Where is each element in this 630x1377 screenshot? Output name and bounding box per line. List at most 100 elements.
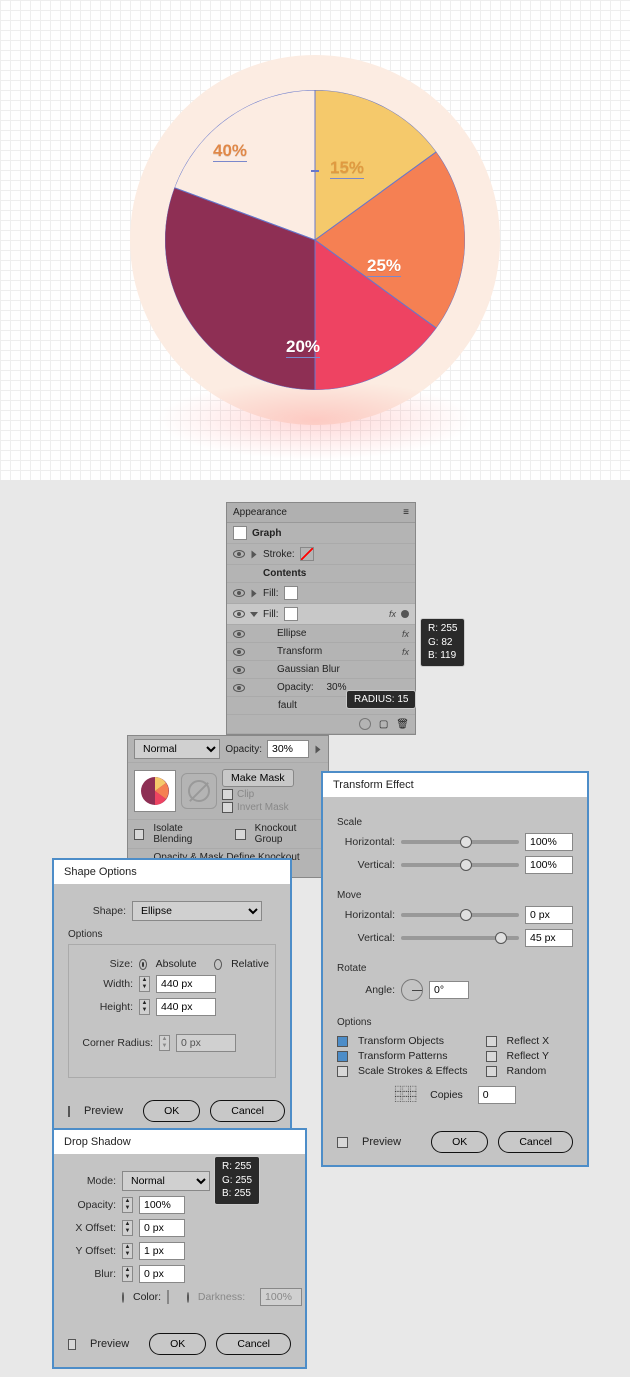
color-radio[interactable] [122, 1292, 124, 1303]
height-input[interactable] [156, 998, 216, 1016]
relative-radio[interactable] [214, 959, 222, 970]
fx-icon[interactable]: fx [389, 609, 396, 619]
chevron-icon[interactable] [252, 589, 257, 597]
opacity-stepper[interactable]: ▲▼ [122, 1197, 133, 1213]
graph-label: Graph [252, 528, 281, 539]
move-v-slider[interactable] [401, 936, 519, 940]
mode-select[interactable]: Normal [122, 1171, 210, 1191]
contents-row: Contents [227, 565, 415, 583]
height-stepper[interactable]: ▲▼ [139, 999, 150, 1015]
blend-mode-select[interactable]: Normal [134, 739, 220, 759]
artwork-thumbnail[interactable] [134, 770, 176, 812]
eye-icon[interactable] [233, 550, 245, 558]
corner-input [176, 1034, 236, 1052]
transform-patterns-checkbox[interactable] [337, 1051, 348, 1062]
absolute-radio[interactable] [139, 959, 147, 970]
panel-menu-icon[interactable]: ≡ [403, 507, 409, 518]
transform-effect-dialog[interactable]: Transform Effect Scale Horizontal: Verti… [321, 771, 589, 1167]
opacity-input[interactable] [267, 740, 309, 758]
color-swatch[interactable] [167, 1290, 169, 1304]
anchor-grid-icon[interactable]: ⬚⬚⬚⬚⬚⬚⬚⬚⬚ [394, 1086, 412, 1104]
darkness-radio[interactable] [187, 1292, 189, 1303]
drop-shadow-title: Drop Shadow [54, 1130, 305, 1154]
drop-shadow-dialog[interactable]: Drop Shadow Mode:Normal Opacity:▲▼ X Off… [52, 1128, 307, 1369]
make-mask-button[interactable]: Make Mask [222, 769, 294, 787]
angle-dial[interactable] [401, 979, 423, 1001]
slice-label-1: 15% [330, 158, 364, 179]
scale-h-input[interactable] [525, 833, 573, 851]
fx-icon[interactable]: fx [402, 647, 409, 657]
radius-tooltip: RADIUS: 15 [346, 690, 416, 709]
slice-label-2: 25% [367, 256, 401, 277]
shape-select[interactable]: Ellipse [132, 901, 262, 921]
angle-input[interactable] [429, 981, 469, 999]
appearance-footer: ▢ 🗑 [227, 715, 415, 734]
transform-effect-row[interactable]: Transformfx [227, 643, 415, 661]
blur-input[interactable] [139, 1265, 185, 1283]
trash-icon[interactable]: 🗑 [396, 719, 409, 730]
scale-v-slider[interactable] [401, 863, 519, 867]
isolate-row: Isolate Blending Knockout Group [128, 820, 328, 849]
stroke-row[interactable]: Stroke: [227, 544, 415, 565]
gaussian-effect-row[interactable]: Gaussian Blur [227, 661, 415, 679]
eye-icon[interactable] [233, 684, 245, 692]
isolate-checkbox[interactable] [134, 829, 144, 840]
eye-icon[interactable] [233, 666, 245, 674]
none-swatch[interactable] [300, 547, 314, 561]
scale-h-slider[interactable] [401, 840, 519, 844]
chevron-down-icon[interactable] [250, 612, 258, 617]
panels-area: Appearance ≡ Graph Stroke: Contents Fill… [0, 480, 630, 1377]
fill-row-1[interactable]: Fill: [227, 583, 415, 604]
eye-icon[interactable] [233, 630, 245, 638]
cancel-button[interactable]: Cancel [210, 1100, 285, 1122]
width-stepper[interactable]: ▲▼ [139, 976, 150, 992]
opacity-input[interactable] [139, 1196, 185, 1214]
shape-options-dialog[interactable]: Shape Options Shape:Ellipse Options Size… [52, 858, 292, 1136]
y-stepper[interactable]: ▲▼ [122, 1243, 133, 1259]
new-icon[interactable]: ▢ [379, 719, 388, 730]
transform-objects-checkbox[interactable] [337, 1036, 348, 1047]
reflect-x-checkbox[interactable] [486, 1036, 497, 1047]
eye-icon[interactable] [233, 610, 245, 618]
eye-icon[interactable] [233, 589, 245, 597]
preview-checkbox[interactable] [68, 1106, 70, 1117]
preview-checkbox[interactable] [337, 1137, 348, 1148]
target-icon[interactable] [401, 610, 409, 618]
appearance-panel-header: Appearance ≡ [227, 503, 415, 523]
blend-row: Normal Opacity: [128, 736, 328, 763]
width-input[interactable] [156, 975, 216, 993]
no-fill-icon[interactable] [359, 718, 371, 730]
knockout-checkbox[interactable] [235, 829, 245, 840]
y-offset-input[interactable] [139, 1242, 185, 1260]
cancel-button[interactable]: Cancel [498, 1131, 573, 1153]
pie-shadow [155, 380, 475, 460]
chevron-icon[interactable] [252, 550, 257, 558]
move-h-input[interactable] [525, 906, 573, 924]
cancel-button[interactable]: Cancel [216, 1333, 291, 1355]
graph-row[interactable]: Graph [227, 523, 415, 544]
ok-button[interactable]: OK [149, 1333, 206, 1355]
ok-button[interactable]: OK [143, 1100, 200, 1122]
fill-swatch-pink[interactable] [284, 607, 298, 621]
transparency-panel[interactable]: Normal Opacity: Make Mask Clip Invert Ma… [127, 735, 329, 878]
fx-icon[interactable]: fx [402, 629, 409, 639]
scale-strokes-checkbox[interactable] [337, 1066, 348, 1077]
fill-swatch-white[interactable] [284, 586, 298, 600]
move-v-input[interactable] [525, 929, 573, 947]
ellipse-effect-row[interactable]: Ellipsefx [227, 625, 415, 643]
scale-v-input[interactable] [525, 856, 573, 874]
mask-row: Make Mask Clip Invert Mask [128, 763, 328, 820]
ok-button[interactable]: OK [431, 1131, 488, 1153]
move-h-slider[interactable] [401, 913, 519, 917]
mask-thumbnail[interactable] [181, 773, 217, 809]
fill-row-2[interactable]: Fill:fx [227, 604, 415, 625]
x-stepper[interactable]: ▲▼ [122, 1220, 133, 1236]
reflect-y-checkbox[interactable] [486, 1051, 497, 1062]
preview-checkbox[interactable] [68, 1339, 76, 1350]
random-checkbox[interactable] [486, 1066, 497, 1077]
blur-stepper[interactable]: ▲▼ [122, 1266, 133, 1282]
eye-icon[interactable] [233, 648, 245, 656]
shape-options-title: Shape Options [54, 860, 290, 884]
copies-input[interactable] [478, 1086, 516, 1104]
x-offset-input[interactable] [139, 1219, 185, 1237]
